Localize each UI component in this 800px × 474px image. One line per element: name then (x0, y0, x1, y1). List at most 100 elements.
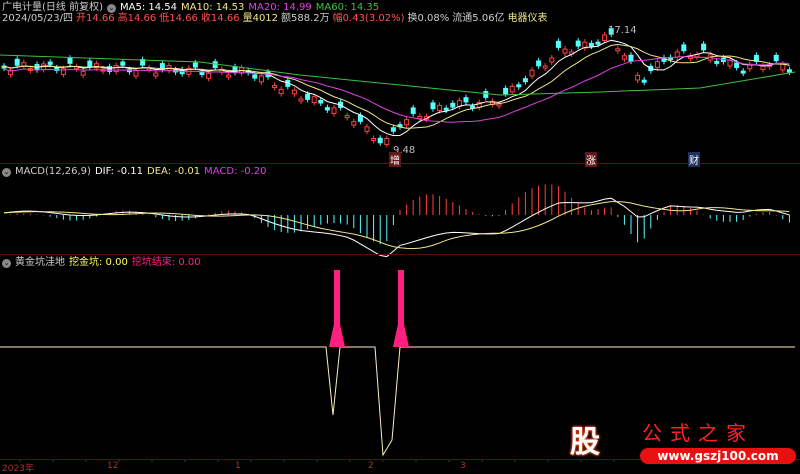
candle (437, 104, 443, 111)
candle (67, 57, 73, 64)
x-axis-label: 2023年 (2, 464, 34, 474)
candle (555, 40, 561, 48)
candle (377, 137, 383, 144)
x-axis-label: 2 (368, 461, 374, 471)
candle (371, 137, 377, 141)
candle (258, 75, 264, 83)
x-axis-label: 1 (235, 461, 241, 471)
candle (549, 57, 555, 63)
candle (298, 98, 304, 102)
candle (450, 102, 456, 108)
candle (674, 51, 680, 58)
candle (417, 115, 423, 120)
candle (278, 88, 284, 95)
macd-value: MACD: -0.20 (204, 166, 267, 177)
candle (206, 72, 212, 79)
x-axis-label: 3 (460, 461, 466, 471)
candle (588, 42, 594, 47)
spike-bar (329, 310, 345, 347)
candle (595, 41, 601, 45)
candle (133, 70, 139, 77)
site-name: 公式之家 (642, 421, 754, 445)
watermark: 股 公式之家 www.gszj100.com (560, 415, 796, 465)
candle (628, 54, 634, 62)
candle (384, 137, 390, 145)
candle (153, 72, 159, 77)
candle (522, 78, 528, 83)
divider (0, 254, 800, 255)
candle (47, 61, 53, 65)
candle (430, 102, 436, 110)
candle (404, 119, 410, 126)
candle (120, 61, 126, 66)
candle (714, 60, 720, 64)
candle (252, 74, 258, 79)
dif-line (3, 197, 790, 258)
candle (516, 84, 522, 88)
candle (80, 70, 86, 76)
dea-value: DEA: -0.01 (147, 166, 201, 177)
chart-canvas[interactable] (0, 0, 800, 472)
candle (575, 40, 581, 47)
dig-value: 挖金坑: 0.00 (69, 257, 128, 268)
candle (602, 34, 608, 42)
indicator-header: ⌄ 黄金坑洼地 挖金坑: 0.00 挖坑结束: 0.00 (2, 257, 201, 269)
ma5-line (3, 39, 790, 137)
candle (786, 69, 792, 73)
candle (463, 97, 469, 103)
dif-value: DIF: -0.11 (94, 166, 143, 177)
candle (14, 58, 20, 66)
candle (225, 74, 231, 78)
candle (621, 55, 627, 60)
candle (734, 62, 740, 68)
candle (344, 115, 350, 119)
candle (357, 114, 363, 122)
logo: 股 (570, 425, 600, 460)
candle (780, 63, 786, 71)
macd-header: ⌄ MACD(12,26,9) DIF: -0.11 DEA: -0.01 MA… (2, 166, 267, 178)
chevron-down-icon[interactable]: ⌄ (2, 258, 11, 268)
high-price-label: 17.14 (608, 25, 637, 36)
candle (496, 103, 502, 107)
candle (318, 99, 324, 104)
candle (483, 91, 489, 98)
dea-line (3, 201, 790, 250)
candle (635, 74, 641, 81)
candle (291, 89, 297, 95)
chevron-down-icon[interactable]: ⌄ (2, 167, 11, 177)
candle (542, 65, 548, 69)
candle (331, 107, 337, 115)
candle (701, 43, 707, 51)
candle (364, 126, 370, 132)
candle (536, 60, 542, 67)
candle (740, 70, 746, 74)
ma60-line (0, 54, 796, 96)
site-url: www.gszj100.com (640, 448, 796, 464)
candle (199, 72, 205, 76)
candle (311, 96, 317, 104)
candle (87, 60, 93, 68)
spike-bar (393, 310, 409, 347)
event-marker[interactable]: 增 (389, 152, 401, 167)
candle (324, 107, 330, 111)
indicator-title: 黄金坑洼地 (15, 257, 65, 268)
macd-title: MACD(12,26,9) (15, 166, 91, 177)
candle (305, 93, 311, 100)
candle (192, 62, 198, 68)
candle (681, 44, 687, 52)
x-axis-label: 12 (107, 461, 119, 471)
candle (615, 48, 621, 52)
candle (509, 85, 515, 93)
candle (390, 127, 396, 132)
candle (410, 107, 416, 115)
candle (641, 79, 647, 83)
dig-end-value: 挖坑结束: 0.00 (131, 257, 201, 268)
event-marker[interactable]: 财 (688, 152, 700, 167)
candle (654, 61, 660, 69)
candle (773, 54, 779, 62)
candle (443, 107, 449, 111)
candle (272, 85, 278, 89)
candle (562, 48, 568, 54)
candle (529, 69, 535, 77)
event-marker[interactable]: 涨 (585, 152, 597, 167)
